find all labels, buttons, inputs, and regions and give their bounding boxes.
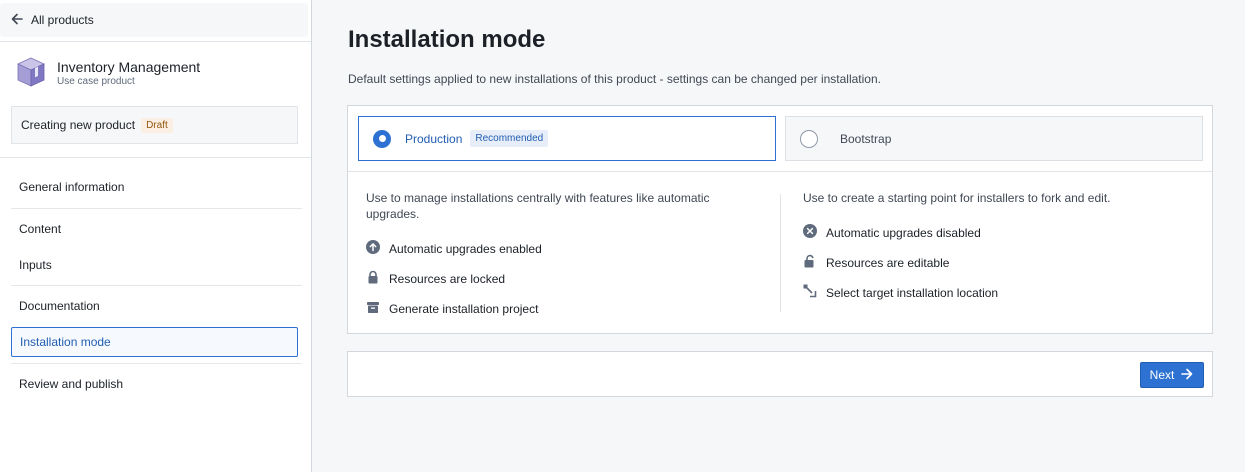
feature-item: Resources are editable: [803, 254, 949, 271]
page-title: Installation mode: [348, 26, 546, 53]
nav-installation-mode[interactable]: Installation mode: [11, 327, 298, 357]
bootstrap-radio[interactable]: [800, 129, 818, 148]
divider: [0, 41, 311, 42]
feature-text: Resources are locked: [389, 271, 506, 286]
page-subtitle: Default settings applied to new installa…: [348, 72, 881, 86]
product-name: Inventory Management: [57, 59, 201, 75]
production-radio[interactable]: [373, 129, 391, 148]
creating-status: Creating new product Draft: [11, 106, 298, 144]
arrow-right-icon: [1174, 367, 1194, 384]
feature-text: Generate installation project: [389, 301, 539, 316]
feature-text: Select target installation location: [826, 285, 999, 300]
nav-inputs[interactable]: Inputs: [19, 258, 52, 272]
draft-badge: Draft: [141, 117, 173, 133]
column-divider: [780, 194, 781, 312]
nav-general-information[interactable]: General information: [19, 180, 124, 194]
next-button[interactable]: Next: [1140, 362, 1204, 388]
product-header: Inventory Management Use case product: [15, 56, 200, 88]
production-description: Use to manage installations centrally wi…: [366, 191, 710, 221]
installation-mode-panel: Production Recommended Bootstrap Use to …: [347, 105, 1213, 334]
nav-divider: [11, 208, 302, 209]
target-location-icon: [803, 284, 826, 301]
arrow-up-circle-icon: [366, 240, 389, 257]
product-subtitle: Use case product: [57, 76, 135, 87]
recommended-badge: Recommended: [470, 130, 549, 147]
feature-text: Resources are editable: [826, 255, 950, 270]
divider: [348, 171, 1212, 172]
nav-divider: [11, 363, 302, 364]
production-label: Production: [405, 131, 463, 146]
product-cube-icon: [15, 56, 47, 88]
nav-divider: [11, 285, 302, 286]
lock-icon: [366, 270, 389, 287]
bootstrap-description: Use to create a starting point for insta…: [803, 191, 1111, 205]
feature-text: Automatic upgrades disabled: [826, 225, 981, 240]
creating-label: Creating new product: [21, 118, 136, 132]
footer-bar: Next: [347, 351, 1213, 397]
nav-documentation[interactable]: Documentation: [19, 299, 100, 313]
feature-item: Automatic upgrades disabled: [803, 224, 981, 241]
arrow-left-icon: [10, 12, 24, 29]
feature-item: Generate installation project: [366, 300, 538, 317]
feature-item: Resources are locked: [366, 270, 505, 287]
bootstrap-label: Bootstrap: [840, 131, 892, 146]
bootstrap-option[interactable]: Bootstrap: [785, 116, 1203, 161]
x-circle-icon: [803, 224, 826, 241]
nav-review-and-publish[interactable]: Review and publish: [19, 377, 123, 391]
unlock-icon: [803, 254, 826, 271]
feature-text: Automatic upgrades enabled: [389, 241, 542, 256]
back-label: All products: [31, 13, 94, 27]
nav-content[interactable]: Content: [19, 222, 61, 236]
production-option[interactable]: Production Recommended: [358, 116, 776, 161]
next-button-label: Next: [1149, 368, 1175, 382]
feature-item: Select target installation location: [803, 284, 998, 301]
divider: [0, 157, 311, 158]
feature-item: Automatic upgrades enabled: [366, 240, 542, 257]
archive-icon: [366, 300, 389, 317]
sidebar: All products Inventory Management Use ca…: [0, 0, 312, 472]
back-to-all-products[interactable]: All products: [0, 3, 308, 37]
